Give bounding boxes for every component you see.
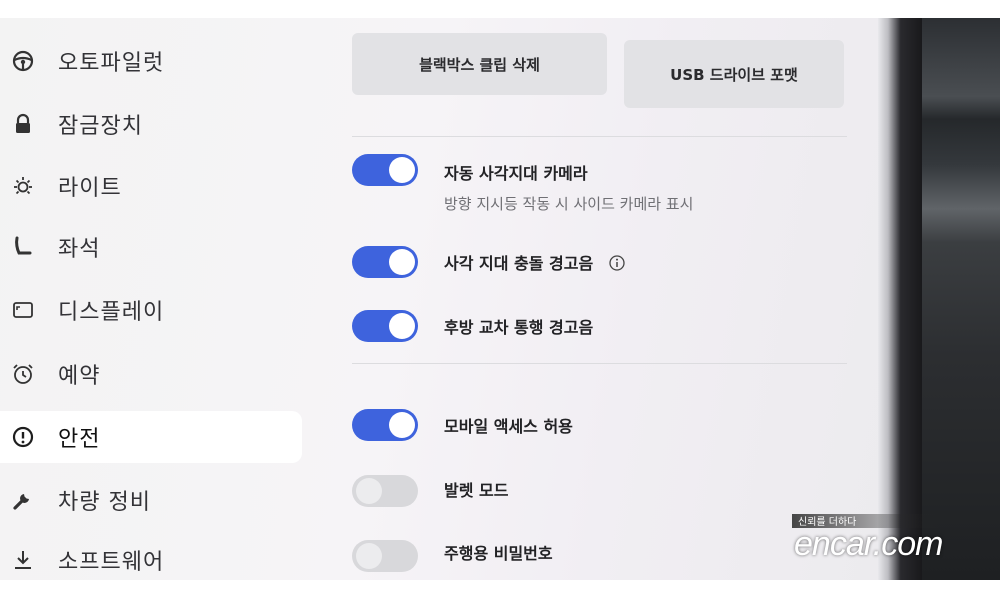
lock-icon — [10, 111, 36, 137]
setting-label: 자동 사각지대 카메라 — [444, 164, 588, 183]
sidebar-item-label: 소프트웨어 — [58, 550, 165, 575]
setting-label-wrap: 사각 지대 충돌 경고음 — [444, 250, 625, 274]
sidebar-item-lights[interactable]: 라이트 — [0, 160, 302, 212]
sidebar-item-seats[interactable]: 좌석 — [0, 221, 302, 273]
display-icon — [10, 297, 36, 323]
sidebar-item-service[interactable]: 차량 정비 — [0, 474, 302, 526]
sidebar-item-autopilot[interactable]: 오토파일럿 — [0, 35, 302, 87]
steering-wheel-icon — [10, 48, 36, 74]
encar-watermark: 신뢰를 더하다 encar.com — [792, 507, 1000, 567]
setting-blind-spot-camera: 자동 사각지대 카메라 방향 지시등 작동 시 사이드 카메라 표시 — [352, 154, 832, 218]
setting-label: 주행용 비밀번호 — [444, 544, 553, 563]
setting-description: 방향 지시등 작동 시 사이드 카메라 표시 — [444, 195, 694, 213]
download-icon — [10, 547, 36, 573]
sidebar-item-label: 안전 — [58, 427, 101, 452]
setting-label: 사각 지대 충돌 경고음 — [444, 254, 594, 273]
seat-icon — [10, 234, 36, 260]
wrench-icon — [10, 487, 36, 513]
mobile-access-toggle[interactable] — [352, 409, 418, 441]
pin-to-drive-toggle[interactable] — [352, 540, 418, 572]
sidebar-item-label: 좌석 — [58, 237, 101, 262]
touchscreen: 오토파일럿 잠금장치 라이트 좌석 디스플레이 예약 안전 차량 정비 소프트웨… — [0, 18, 885, 580]
setting-label: 발렛 모드 — [444, 481, 509, 500]
setting-rear-cross-traffic: 후방 교차 통행 경고음 — [352, 310, 832, 350]
alert-circle-icon — [10, 424, 36, 450]
section-divider — [352, 136, 847, 137]
blind-spot-chime-toggle[interactable] — [352, 246, 418, 278]
sidebar-item-label: 차량 정비 — [58, 490, 151, 515]
sidebar-item-schedule[interactable]: 예약 — [0, 348, 302, 400]
sidebar-item-label: 라이트 — [58, 176, 122, 201]
sidebar-item-label: 예약 — [58, 364, 101, 389]
alarm-clock-icon — [10, 361, 36, 387]
photo-frame: 오토파일럿 잠금장치 라이트 좌석 디스플레이 예약 안전 차량 정비 소프트웨… — [0, 18, 1000, 580]
watermark-logo: encar.com — [794, 525, 943, 563]
section-divider — [352, 363, 847, 364]
setting-label: 후방 교차 통행 경고음 — [444, 318, 594, 337]
setting-valet-mode: 발렛 모드 — [352, 475, 832, 515]
car-interior-background — [922, 18, 1000, 580]
sidebar-item-locks[interactable]: 잠금장치 — [0, 98, 302, 150]
blind-spot-camera-toggle[interactable] — [352, 154, 418, 186]
info-icon[interactable] — [609, 255, 625, 271]
setting-blind-spot-chime: 사각 지대 충돌 경고음 — [352, 246, 832, 286]
delete-dashcam-clips-label: 블랙박스 클립 삭제 — [419, 55, 540, 74]
format-usb-button[interactable]: USB 드라이브 포맷 — [624, 40, 844, 108]
setting-mobile-access: 모바일 액세스 허용 — [352, 409, 832, 449]
rear-cross-traffic-toggle[interactable] — [352, 310, 418, 342]
sidebar-item-label: 오토파일럿 — [58, 51, 165, 76]
settings-sidebar: 오토파일럿 잠금장치 라이트 좌석 디스플레이 예약 안전 차량 정비 소프트웨… — [0, 18, 310, 580]
sidebar-item-label: 잠금장치 — [58, 114, 143, 139]
sidebar-item-software[interactable]: 소프트웨어 — [0, 534, 302, 580]
sidebar-item-display[interactable]: 디스플레이 — [0, 284, 302, 336]
format-usb-label: USB 드라이브 포맷 — [670, 65, 798, 84]
sidebar-item-label: 디스플레이 — [58, 300, 165, 325]
sun-icon — [10, 173, 36, 199]
sidebar-item-safety[interactable]: 안전 — [0, 411, 302, 463]
setting-pin-to-drive: 주행용 비밀번호 — [352, 540, 832, 580]
delete-dashcam-clips-button[interactable]: 블랙박스 클립 삭제 — [352, 33, 607, 95]
screen-bezel — [878, 18, 928, 580]
valet-mode-toggle[interactable] — [352, 475, 418, 507]
setting-label: 모바일 액세스 허용 — [444, 417, 573, 436]
